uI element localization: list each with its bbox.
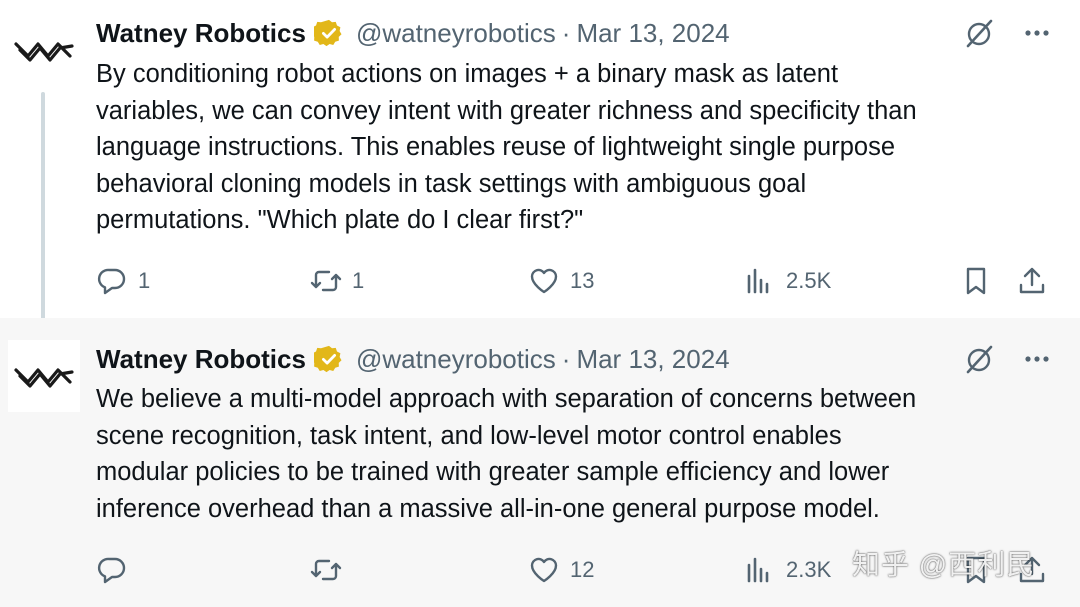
tweet-header: Watney Robotics @watneyrobotics · Mar 13…: [96, 340, 1060, 378]
heart-icon: [530, 557, 558, 583]
tweet-body: By conditioning robot actions on images …: [96, 56, 1040, 239]
like-button[interactable]: 13: [528, 261, 594, 301]
views-button[interactable]: 2.5K: [744, 261, 831, 301]
verified-badge-icon: [313, 344, 344, 374]
tweet-text-line: modular policies to be trained with grea…: [96, 458, 890, 487]
share-button[interactable]: [1016, 261, 1048, 301]
reply-button[interactable]: [96, 550, 138, 590]
tweet-text-line: scene recognition, task intent, and low-…: [96, 421, 842, 450]
views-count: 2.5K: [786, 268, 832, 293]
separator: ·: [561, 343, 571, 374]
header-icons: [962, 340, 1054, 378]
like-button[interactable]: 12: [528, 550, 594, 590]
grok-icon[interactable]: [962, 342, 996, 376]
tweet-date[interactable]: Mar 13, 2024: [576, 344, 729, 375]
heart-icon: [530, 268, 558, 294]
tweet-1[interactable]: Watney Robotics @watneyrobotics · Mar 13…: [0, 0, 1080, 318]
repost-icon: [310, 270, 342, 292]
grok-icon[interactable]: [962, 16, 996, 50]
repost-icon: [310, 559, 342, 581]
zhihu-watermark: 知乎 @西利民: [852, 549, 1036, 580]
repost-count: 1: [352, 268, 365, 293]
repost-button[interactable]: 1: [310, 261, 364, 301]
author-handle[interactable]: @watneyrobotics: [356, 18, 556, 49]
tweet-header: Watney Robotics @watneyrobotics · Mar 13…: [96, 14, 1060, 52]
more-icon[interactable]: [1020, 16, 1054, 50]
more-icon[interactable]: [1020, 342, 1054, 376]
reply-count: 1: [138, 268, 151, 293]
tweet-text-line: We believe a multi-model approach with s…: [96, 385, 917, 413]
reply-icon: [97, 268, 126, 295]
tweet-text-line: permutations. "Which plate do I clear fi…: [96, 206, 584, 235]
share-icon: [1019, 267, 1045, 294]
views-icon: [747, 268, 769, 294]
views-icon: [747, 557, 769, 583]
avatar[interactable]: [8, 14, 80, 86]
tweet-text-line: language instructions. This enables reus…: [96, 133, 896, 162]
repost-button[interactable]: [310, 550, 352, 590]
author-name[interactable]: Watney Robotics: [96, 344, 306, 375]
thread-connector-line: [41, 92, 45, 332]
tweet-text-line: inference overhead than a massive all-in…: [96, 494, 880, 523]
bookmark-button[interactable]: [960, 261, 992, 301]
tweet-text-line: behavioral cloning models in task settin…: [96, 169, 807, 198]
thread-page: Watney Robotics @watneyrobotics · Mar 13…: [0, 0, 1080, 607]
reply-button[interactable]: 1: [96, 261, 150, 301]
author-name[interactable]: Watney Robotics: [96, 18, 306, 49]
tweet-text-line: By conditioning robot actions on images …: [96, 60, 839, 88]
tweet-body: We believe a multi-model approach with s…: [96, 381, 1040, 527]
views-count: 2.3K: [786, 557, 832, 582]
views-button[interactable]: 2.3K: [744, 550, 831, 590]
separator: ·: [561, 17, 571, 48]
watney-logo-icon: [14, 42, 74, 62]
reply-icon: [97, 557, 126, 584]
author-handle[interactable]: @watneyrobotics: [356, 344, 556, 375]
tweet-actions: 1 1 13 2.5K: [0, 261, 1080, 301]
watney-logo-icon: [14, 368, 74, 388]
avatar[interactable]: [8, 340, 80, 412]
tweet-text-line: variables, we can convey intent with gre…: [96, 96, 917, 125]
header-icons: [962, 14, 1054, 52]
bookmark-icon: [966, 267, 986, 295]
verified-badge-icon: [313, 18, 344, 48]
like-count: 13: [570, 268, 595, 293]
tweet-date[interactable]: Mar 13, 2024: [576, 18, 729, 49]
like-count: 12: [570, 557, 595, 582]
